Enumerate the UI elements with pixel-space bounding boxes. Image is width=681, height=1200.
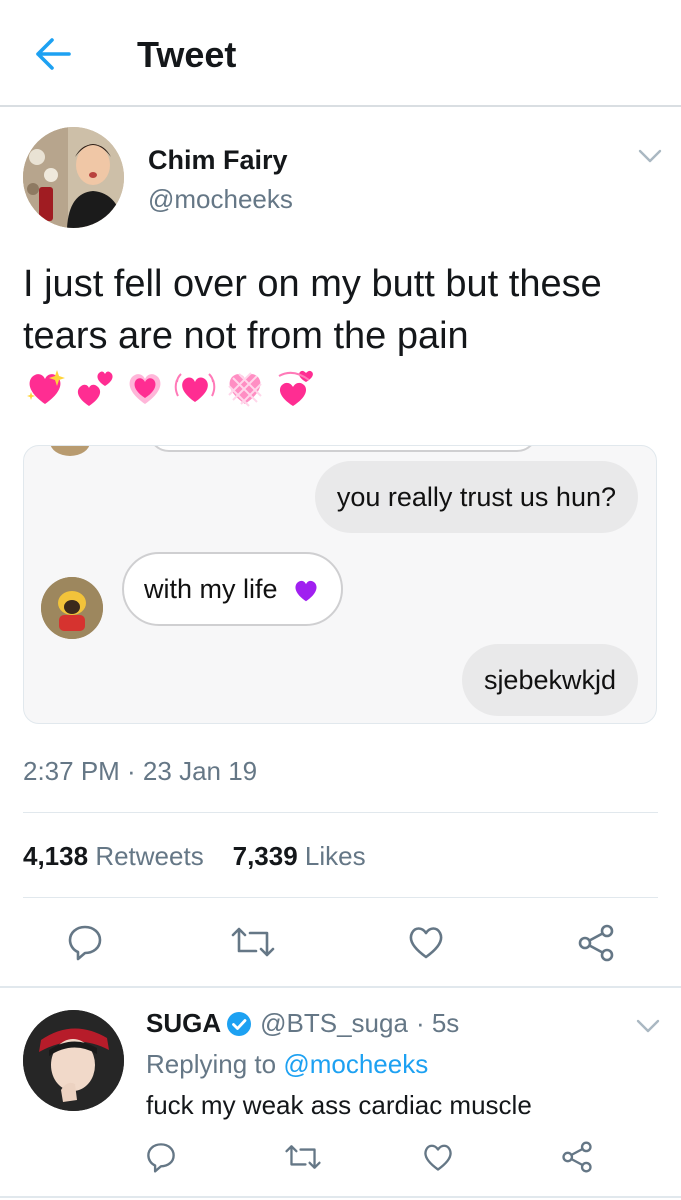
reply-retweet-icon[interactable] <box>284 1143 322 1171</box>
two-hearts-icon <box>77 371 113 406</box>
replying-to-link[interactable]: @mocheeks <box>283 1049 428 1079</box>
back-arrow-icon[interactable] <box>34 36 72 72</box>
cropped-bubble <box>148 446 538 452</box>
tweet-image[interactable]: you really trust us hun? with my life sj… <box>23 445 657 724</box>
emoji-row <box>23 366 317 410</box>
reply-like-icon[interactable] <box>421 1142 455 1172</box>
divider <box>23 812 658 813</box>
chat-avatar <box>41 577 103 639</box>
heart-with-ribbon-icon <box>129 374 161 404</box>
section-divider <box>0 1196 681 1198</box>
author-avatar[interactable] <box>23 127 124 228</box>
verified-badge-icon <box>227 1011 252 1036</box>
retweets-label[interactable]: Retweets <box>95 841 203 871</box>
divider <box>23 897 658 898</box>
purple-heart-icon <box>295 580 317 602</box>
share-icon[interactable] <box>577 924 615 962</box>
reply-author-name[interactable]: SUGA <box>146 1008 221 1039</box>
reply-reply-icon[interactable] <box>145 1141 177 1173</box>
reply-author-handle[interactable]: @BTS_suga <box>260 1008 408 1039</box>
reply-time: · 5s <box>415 1008 460 1038</box>
chat-bubble-sent-2: sjebekwkjd <box>461 644 638 716</box>
top-bar: Tweet <box>0 0 681 107</box>
like-heart-icon[interactable] <box>406 924 446 960</box>
author-handle[interactable]: @mocheeks <box>148 184 293 215</box>
reply-text: fuck my weak ass cardiac muscle <box>146 1090 532 1120</box>
reply-chevron-down-icon[interactable] <box>636 1018 660 1034</box>
author-name[interactable]: Chim Fairy <box>148 145 288 176</box>
page-title: Tweet <box>137 34 237 75</box>
tweet-timestamp: 2:37 PM · 23 Jan 19 <box>23 756 258 786</box>
beating-heart-icon <box>174 373 216 402</box>
reply-share-icon[interactable] <box>561 1141 593 1173</box>
reply-icon[interactable] <box>66 923 104 961</box>
section-divider <box>0 986 681 988</box>
tweet-stats: 4,138 Retweets 7,339 Likes <box>23 841 366 872</box>
chevron-down-icon[interactable] <box>638 148 662 164</box>
sparkling-heart-icon <box>27 370 65 404</box>
likes-label[interactable]: Likes <box>305 841 366 871</box>
retweet-icon[interactable] <box>230 925 276 959</box>
cropped-avatar <box>50 446 90 456</box>
tweet-text: I just fell over on my butt but these te… <box>23 263 602 357</box>
reply-author-avatar[interactable] <box>23 1010 124 1111</box>
reply-header: SUGA @BTS_suga · 5s <box>146 1008 459 1039</box>
chat-bubble-sent: you really trust us hun? <box>314 461 638 533</box>
chat-bubble-received: with my life <box>122 552 344 626</box>
like-count[interactable]: 7,339 <box>233 841 298 871</box>
chat-bubble-received-text: with my life <box>144 574 278 604</box>
retweet-count[interactable]: 4,138 <box>23 841 88 871</box>
checkered-heart-icon <box>228 372 262 407</box>
revolving-hearts-icon <box>278 370 313 406</box>
replying-to: Replying to @mocheeks <box>146 1049 428 1080</box>
replying-to-label: Replying to <box>146 1049 284 1079</box>
